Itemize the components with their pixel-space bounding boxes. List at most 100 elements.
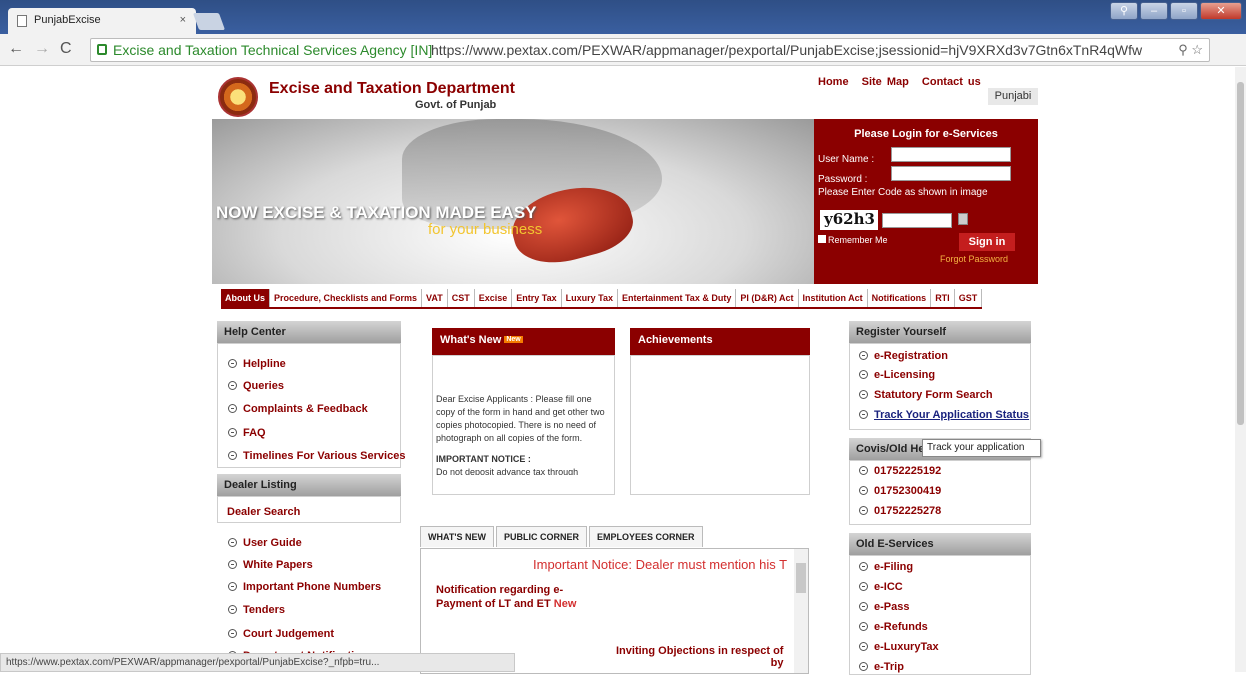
whats-new-text: Dear Excise Applicants : Please fill one…	[436, 393, 611, 475]
reload-icon[interactable]: C	[60, 40, 72, 58]
tab-gst[interactable]: GST	[955, 289, 983, 307]
bullet-icon	[859, 602, 868, 611]
e-registration-link[interactable]: e-Registration	[859, 350, 948, 362]
e-licensing-link[interactable]: e-Licensing	[859, 369, 935, 381]
tab-employees-corner[interactable]: EMPLOYEES CORNER	[588, 526, 703, 547]
tab-title: PunjabExcise	[34, 14, 101, 26]
statutory-form-link[interactable]: Statutory Form Search	[859, 389, 993, 401]
close-tab-icon[interactable]: ×	[180, 14, 186, 26]
tab-procedure[interactable]: Procedure, Checklists and Forms	[270, 289, 423, 307]
objections-line2: by	[770, 657, 784, 669]
tab-vat[interactable]: VAT	[422, 289, 448, 307]
bullet-icon	[859, 662, 868, 671]
sign-in-button[interactable]: Sign in	[959, 233, 1015, 251]
tab-pi-act[interactable]: PI (D&R) Act	[736, 289, 799, 307]
white-papers-label: White Papers	[243, 559, 313, 571]
dept-title: Excise and Taxation Department	[269, 80, 515, 97]
e-icc-link[interactable]: e-ICC	[859, 581, 903, 593]
page: Excise and Taxation Department Govt. of …	[0, 67, 1246, 675]
tab-about-us[interactable]: About Us	[221, 289, 270, 307]
user-icon[interactable]: ⚲	[1110, 2, 1138, 20]
e-licensing-label: e-Licensing	[874, 369, 936, 381]
track-application-link[interactable]: Track Your Application Status	[859, 409, 1029, 421]
dealer-search-link[interactable]: Dealer Search	[227, 506, 300, 518]
captcha-image: y62h3	[820, 210, 878, 230]
address-bar[interactable]: Excise and Taxation Technical Services A…	[90, 38, 1210, 62]
browser-tabstrip: PunjabExcise × ⚲ – ▫ ✕	[0, 0, 1246, 34]
timelines-link[interactable]: Timelines For Various Services	[228, 450, 405, 462]
tab-excise[interactable]: Excise	[475, 289, 513, 307]
court-judgement-link[interactable]: Court Judgement	[228, 628, 334, 640]
new-tab-button[interactable]	[192, 13, 226, 30]
back-icon[interactable]: ←	[8, 40, 24, 58]
bullet-icon	[859, 410, 868, 419]
search-star-icons[interactable]: ⚲ ☆	[1178, 42, 1203, 58]
bullet-icon	[228, 428, 237, 437]
phone-numbers-link[interactable]: Important Phone Numbers	[228, 581, 381, 593]
contact-link[interactable]: Contact us	[922, 76, 981, 88]
tab-entry-tax[interactable]: Entry Tax	[512, 289, 562, 307]
news-scrollbar-thumb[interactable]	[796, 563, 806, 593]
forgot-password-link[interactable]: Forgot Password	[940, 254, 1008, 264]
language-button[interactable]: Punjabi	[988, 88, 1038, 105]
e-registration-label: e-Registration	[874, 350, 948, 362]
e-refunds-link[interactable]: e-Refunds	[859, 621, 928, 633]
helpline-link[interactable]: Helpline	[228, 358, 286, 370]
password-input[interactable]	[891, 166, 1011, 181]
user-guide-link[interactable]: User Guide	[228, 537, 302, 549]
tab-entertainment-tax[interactable]: Entertainment Tax & Duty	[618, 289, 737, 307]
white-papers-link[interactable]: White Papers	[228, 559, 313, 571]
remember-me[interactable]: Remember Me	[818, 235, 888, 245]
tenders-link[interactable]: Tenders	[228, 604, 285, 616]
tab-rti[interactable]: RTI	[931, 289, 955, 307]
statutory-form-label: Statutory Form Search	[874, 389, 993, 401]
phone-2-label: 01752300419	[874, 485, 942, 497]
govt-subtitle: Govt. of Punjab	[415, 99, 497, 111]
tab-notifications[interactable]: Notifications	[868, 289, 932, 307]
queries-link[interactable]: Queries	[228, 380, 284, 392]
browser-tab[interactable]: PunjabExcise ×	[8, 8, 196, 34]
captcha-input[interactable]	[882, 213, 952, 228]
phone-1[interactable]: 01752225192	[859, 465, 941, 477]
tab-cst[interactable]: CST	[448, 289, 475, 307]
whats-new-body: Dear Excise Applicants : Please fill one…	[436, 394, 605, 443]
remember-checkbox[interactable]	[818, 235, 826, 243]
site-map-link[interactable]: Site Map	[862, 76, 909, 88]
phone-3-label: 01752225278	[874, 505, 942, 517]
e-filing-link[interactable]: e-Filing	[859, 561, 913, 573]
bullet-icon	[228, 582, 237, 591]
tab-luxury-tax[interactable]: Luxury Tax	[562, 289, 618, 307]
forward-icon[interactable]: →	[34, 40, 50, 58]
e-pass-link[interactable]: e-Pass	[859, 601, 909, 613]
home-link[interactable]: Home	[818, 76, 849, 88]
helpline-label: Helpline	[243, 358, 286, 370]
complaints-link[interactable]: Complaints & Feedback	[228, 403, 368, 415]
bullet-icon	[228, 451, 237, 460]
e-luxurytax-link[interactable]: e-LuxuryTax	[859, 641, 939, 653]
minimize-button[interactable]: –	[1140, 2, 1168, 20]
tab-institution-act[interactable]: Institution Act	[799, 289, 868, 307]
notification-item[interactable]: Notification regarding e- Payment of LT …	[436, 583, 576, 611]
banner-tagline: NOW EXCISE & TAXATION MADE EASY	[216, 203, 537, 222]
refresh-captcha-icon[interactable]	[958, 213, 968, 225]
tab-public-corner[interactable]: PUBLIC CORNER	[495, 526, 587, 547]
page-scrollbar-thumb[interactable]	[1237, 82, 1244, 425]
tab-whats-new[interactable]: WHAT'S NEW	[420, 526, 494, 547]
url-text[interactable]: https://www.pextax.com/PEXWAR/appmanager…	[431, 42, 1142, 58]
e-trip-link[interactable]: e-Trip	[859, 661, 904, 673]
phone-2[interactable]: 01752300419	[859, 485, 941, 497]
phone-3[interactable]: 01752225278	[859, 505, 941, 517]
page-scrollbar[interactable]	[1235, 67, 1246, 672]
faq-link[interactable]: FAQ	[228, 427, 266, 439]
close-window-button[interactable]: ✕	[1200, 2, 1242, 20]
username-input[interactable]	[891, 147, 1011, 162]
maximize-button[interactable]: ▫	[1170, 2, 1198, 20]
news-scrollbar[interactable]	[794, 549, 808, 673]
main-tabs: About Us Procedure, Checklists and Forms…	[221, 289, 983, 309]
important-notice-title: IMPORTANT NOTICE :	[436, 454, 531, 464]
bullet-icon	[228, 560, 237, 569]
bullet-icon	[228, 359, 237, 368]
status-bar: https://www.pextax.com/PEXWAR/appmanager…	[0, 653, 515, 672]
tooltip: Track your application	[922, 439, 1041, 457]
objections-item[interactable]: Inviting Objections in respect of by	[616, 645, 783, 669]
